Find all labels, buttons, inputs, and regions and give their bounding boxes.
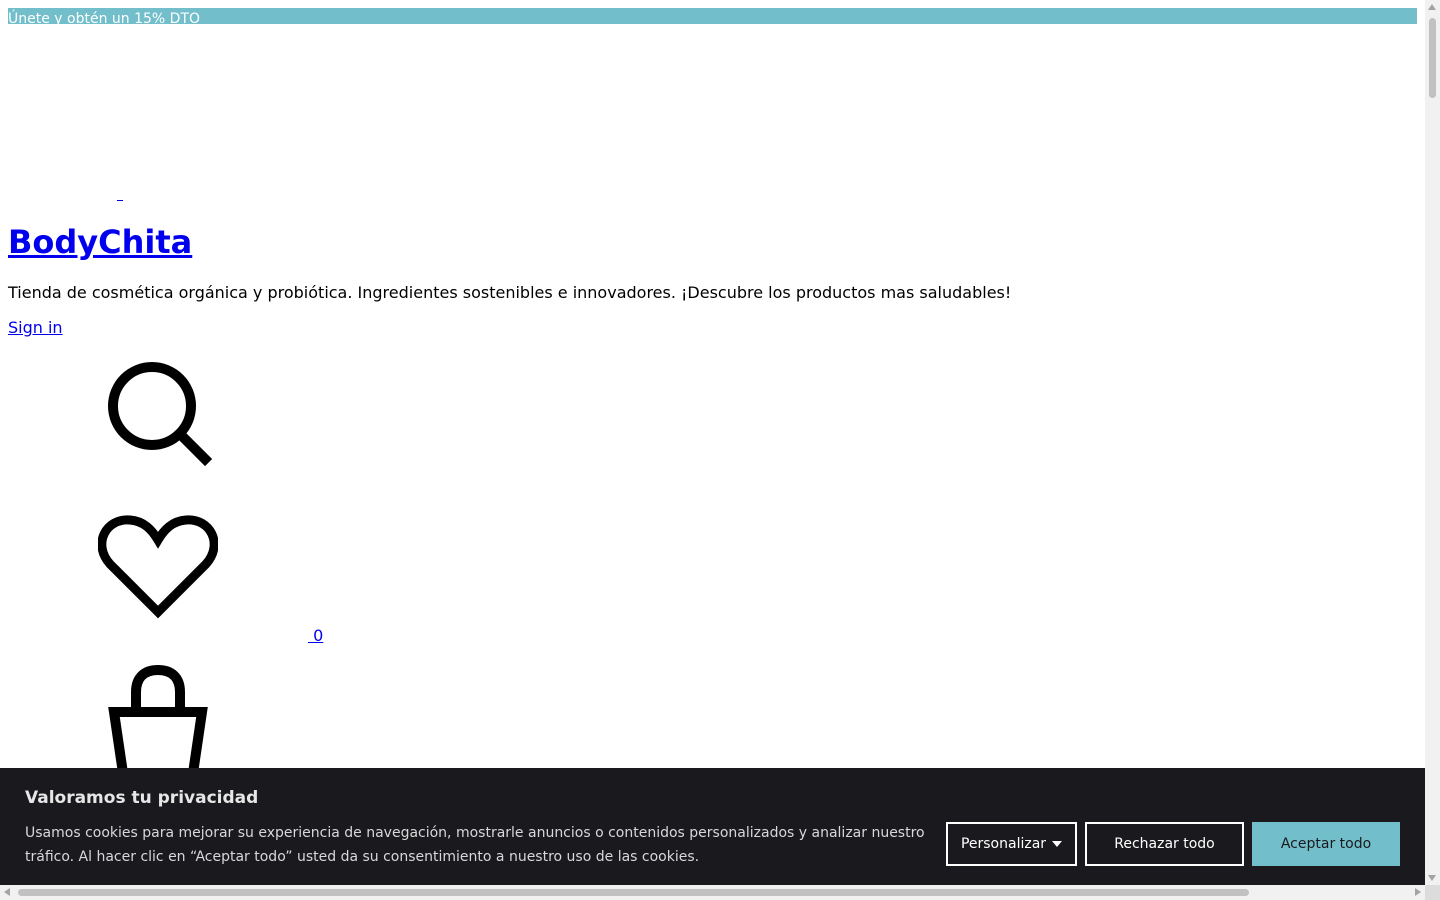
vertical-scroll-thumb[interactable]: [1429, 18, 1436, 98]
scroll-down-arrow-icon[interactable]: [1428, 875, 1436, 881]
search-icon-svg: [108, 362, 213, 467]
scrollbar-corner: [1425, 885, 1440, 900]
accept-all-button[interactable]: Aceptar todo: [1252, 822, 1400, 866]
customize-button-label: Personalizar: [960, 836, 1047, 852]
cookie-banner-text: Usamos cookies para mejorar su experienc…: [25, 825, 925, 865]
horizontal-scrollbar[interactable]: [0, 885, 1425, 900]
vertical-scrollbar[interactable]: [1425, 0, 1440, 885]
reject-all-button[interactable]: Rechazar todo: [1085, 822, 1244, 866]
horizontal-scroll-thumb[interactable]: [18, 889, 1249, 896]
shopping-bag-icon[interactable]: [106, 662, 210, 785]
cookie-banner-title: Valoramos tu privacidad: [25, 788, 259, 808]
sign-in-link[interactable]: Sign in: [8, 319, 63, 337]
promo-link[interactable]: Únete y obtén un 15% DTO: [8, 11, 200, 27]
promo-bar: Únete y obtén un 15% DTO: [8, 8, 1417, 27]
site-title-link[interactable]: BodyChita: [8, 223, 192, 261]
shopping-bag-icon-svg: [108, 664, 208, 785]
heart-icon[interactable]: [97, 512, 219, 622]
scroll-right-arrow-icon[interactable]: [1415, 888, 1421, 896]
page: Únete y obtén un 15% DTO BodyChita Tiend…: [0, 0, 1425, 885]
wishlist-count[interactable]: 0: [308, 627, 323, 645]
logo-link[interactable]: [117, 192, 123, 201]
scroll-left-arrow-icon[interactable]: [4, 888, 10, 896]
customize-button[interactable]: Personalizar: [946, 822, 1077, 866]
chevron-down-icon: [1052, 841, 1063, 847]
search-icon[interactable]: [104, 360, 213, 468]
scroll-up-arrow-icon[interactable]: [1428, 4, 1436, 10]
cookie-banner: Valoramos tu privacidad Usamos cookies p…: [0, 768, 1425, 885]
site-title: BodyChita: [8, 222, 192, 262]
site-tagline: Tienda de cosmética orgánica y probiótic…: [8, 283, 1012, 302]
heart-icon-svg: [97, 515, 219, 619]
